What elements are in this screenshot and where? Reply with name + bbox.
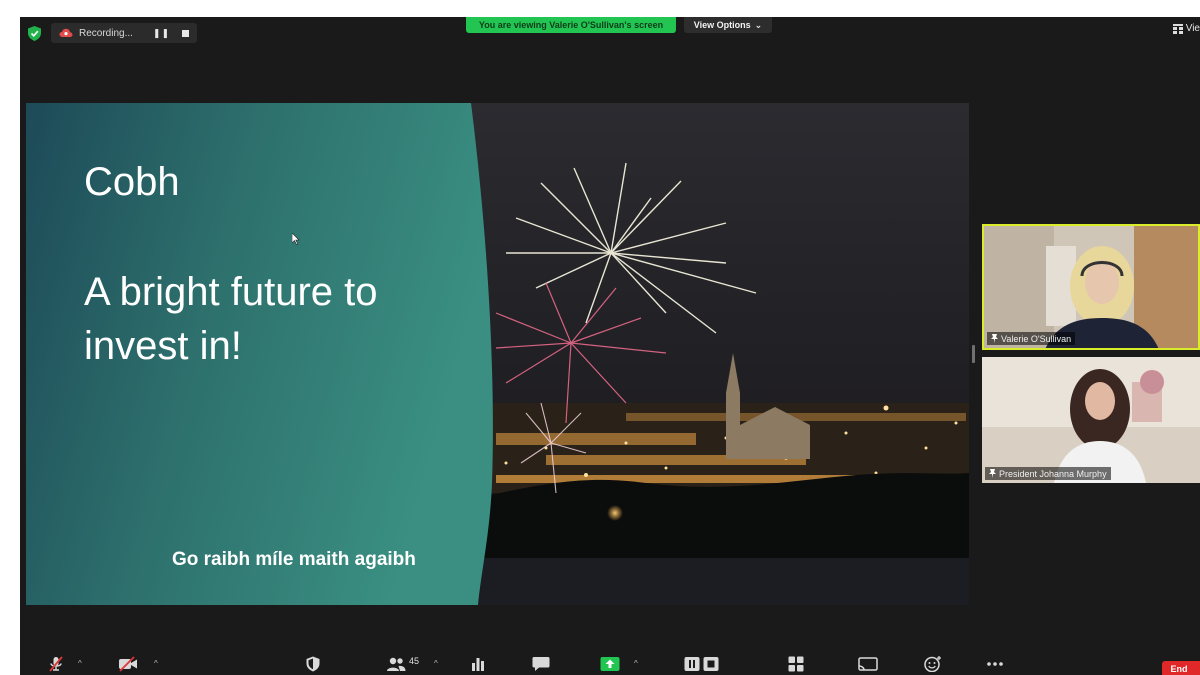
participant-video-tile[interactable]: Valerie O'Sullivan [982,224,1200,350]
pin-icon [991,334,998,343]
participant-name: Valerie O'Sullivan [1001,333,1072,344]
apps-icon [858,657,878,671]
mic-muted-icon [49,656,63,672]
pause-icon[interactable]: ❚❚ [153,28,170,39]
end-meeting-button[interactable]: End [1162,661,1200,675]
more-button[interactable] [986,656,1004,672]
chevron-down-icon: ⌄ [754,19,763,30]
pin-icon [989,469,996,478]
grid-view-icon [1172,23,1183,34]
polls-icon [472,658,484,671]
breakout-rooms-icon [788,656,804,672]
audio-options-caret[interactable]: ^ [78,659,82,668]
chat-button[interactable] [532,656,550,672]
view-options-label: View Options [693,20,751,30]
shared-screen-slide: Cobh A bright future to invest in! Go ra… [26,103,969,605]
share-options-caret[interactable]: ^ [634,659,638,668]
security-icon [306,656,320,672]
mouse-cursor-icon [292,233,300,245]
start-video-button[interactable] [118,656,138,672]
viewing-screen-banner: You are viewing Valerie O'Sullivan's scr… [466,17,676,33]
breakout-rooms-button[interactable] [788,656,804,672]
recording-cloud-icon [59,28,73,37]
record-icon [684,657,719,671]
recording-indicator: Recording... ❚❚ [51,23,198,43]
slide-title: Cobh [84,160,180,204]
share-screen-button[interactable] [600,656,620,672]
panel-resize-handle[interactable] [972,345,975,363]
mute-button[interactable] [48,656,64,672]
participants-options-caret[interactable]: ^ [434,659,438,668]
view-button[interactable]: Vie [1172,23,1200,34]
polls-button[interactable] [470,656,486,672]
participant-video-tile[interactable]: President Johanna Murphy [982,357,1200,483]
view-label: Vie [1185,23,1200,34]
chat-icon [532,657,550,671]
participant-count: 45 [409,656,420,666]
participant-name-tag: President Johanna Murphy [985,467,1111,480]
more-icon [987,662,1003,666]
view-options-button[interactable]: View Options ⌄ [684,17,772,33]
participants-icon [387,657,406,671]
participant-video-feed [982,357,1200,483]
participant-name-tag: Valerie O'Sullivan [987,332,1076,345]
apps-button[interactable] [858,656,878,672]
video-options-caret[interactable]: ^ [154,659,158,668]
reactions-button[interactable] [924,656,942,672]
reactions-icon [924,656,941,672]
shield-icon[interactable] [28,25,41,41]
slide-footer-text: Go raibh míle maith agaibh [172,549,416,570]
participants-button[interactable]: 45 [386,656,419,672]
participant-name: President Johanna Murphy [999,468,1107,479]
video-off-icon [119,656,137,672]
slide-body-text: A bright future to invest in! [84,270,378,368]
top-left-status: Recording... ❚❚ [28,23,198,43]
stop-icon[interactable] [182,29,190,37]
recording-label: Recording... [79,27,133,39]
security-button[interactable] [306,656,320,672]
meeting-toolbar: ^ ^ 45 ^ ^ End [20,653,1200,675]
share-screen-icon [600,657,620,671]
record-button[interactable] [684,656,720,672]
zoom-meeting-window: Recording... ❚❚ You are viewing Valerie … [20,17,1200,675]
